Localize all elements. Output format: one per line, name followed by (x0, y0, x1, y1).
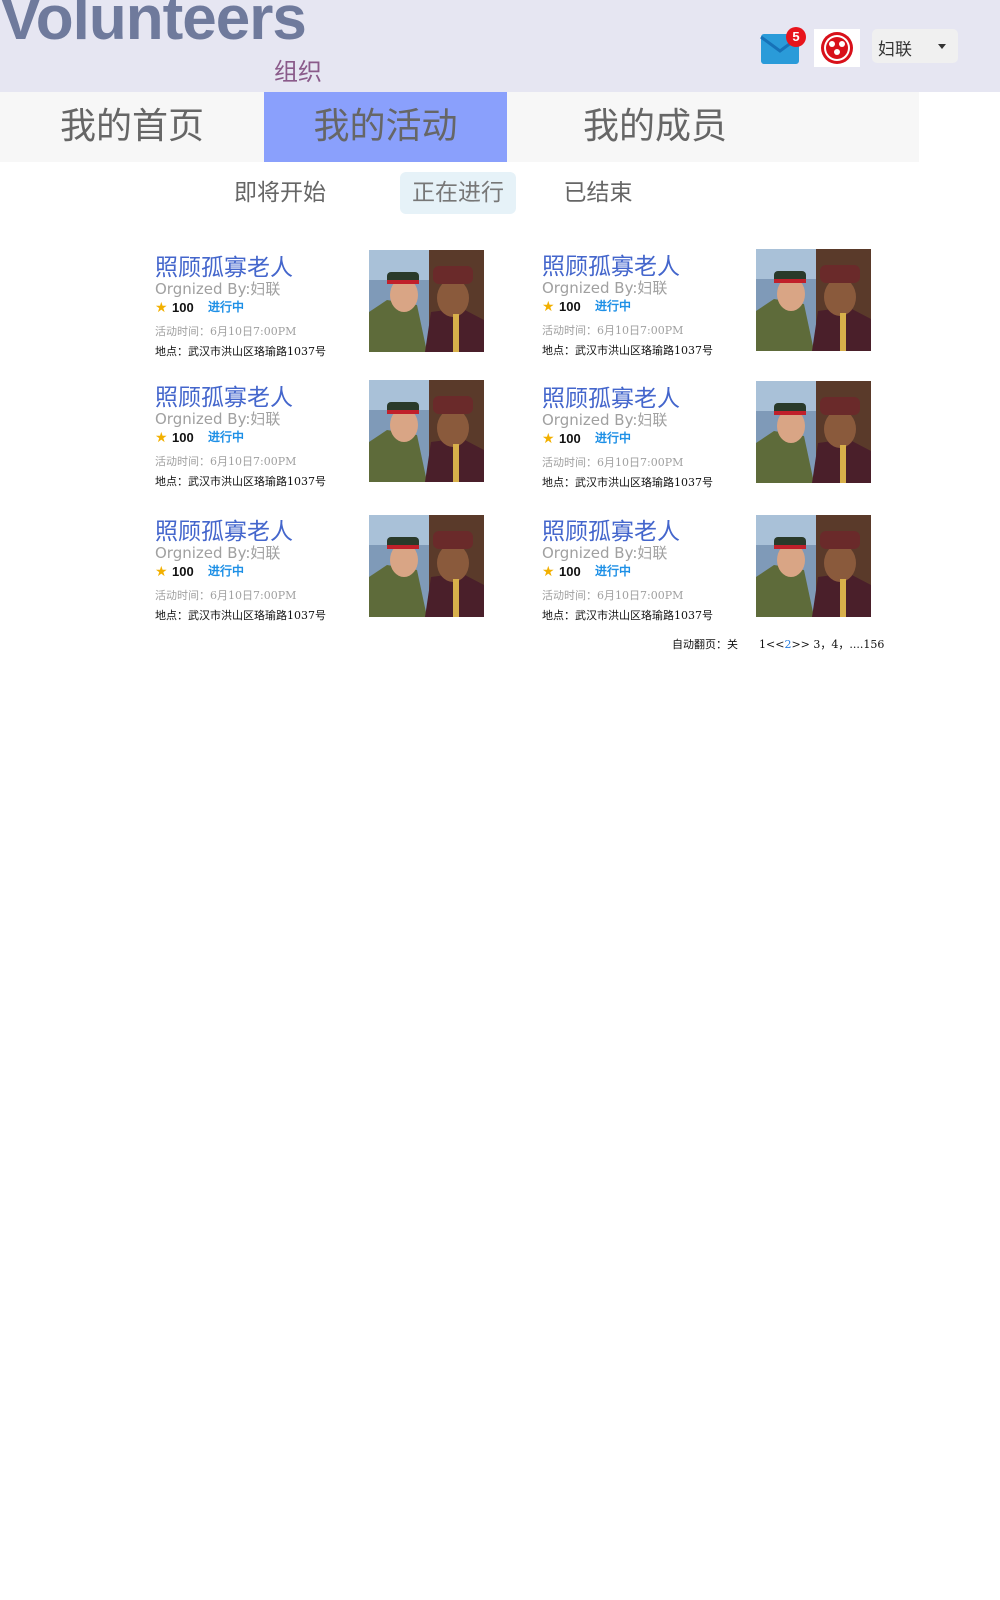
chevron-down-icon (938, 44, 946, 49)
tab-my-home[interactable]: 我的首页 (0, 92, 264, 162)
activity-location: 地点：武汉市洪山区珞瑜路1037号 (542, 476, 713, 489)
activity-time: 活动时间：6月10日7:00PM (542, 324, 684, 337)
activity-location: 地点：武汉市洪山区珞瑜路1037号 (542, 609, 713, 622)
activity-location: 地点：武汉市洪山区珞瑜路1037号 (542, 344, 713, 357)
activity-location: 地点：武汉市洪山区珞瑜路1037号 (155, 345, 326, 358)
star-icon: ★ (155, 430, 168, 446)
activity-score: 100 (559, 564, 581, 579)
activity-score: 100 (559, 299, 581, 314)
pagination[interactable]: 1<<2>> 3，4，....156 (759, 636, 884, 654)
activity-title[interactable]: 照顾孤寡老人 (542, 379, 680, 413)
activity-time: 活动时间：6月10日7:00PM (542, 589, 684, 602)
activity-time: 活动时间：6月10日7:00PM (155, 589, 297, 602)
activity-photo[interactable] (756, 381, 871, 483)
activity-organizer: Orgnized By:妇联 (155, 410, 281, 428)
activity-title[interactable]: 照顾孤寡老人 (155, 248, 293, 282)
activity-photo[interactable] (756, 249, 871, 351)
activity-photo[interactable] (369, 250, 484, 352)
star-icon: ★ (542, 431, 555, 447)
main-nav: 我的首页 我的活动 我的成员 (0, 92, 919, 162)
subtab-upcoming[interactable]: 即将开始 (222, 172, 338, 214)
activity-organizer: Orgnized By:妇联 (542, 279, 668, 297)
brand-title: Volunteers (0, 0, 307, 53)
activity-time: 活动时间：6月10日7:00PM (542, 456, 684, 469)
activity-title[interactable]: 照顾孤寡老人 (155, 512, 293, 546)
activity-organizer: Orgnized By:妇联 (155, 544, 281, 562)
activity-score: 100 (172, 564, 194, 579)
activity-photo[interactable] (369, 380, 484, 482)
tab-my-members[interactable]: 我的成员 (527, 92, 783, 162)
star-icon: ★ (542, 564, 555, 580)
activity-score: 100 (172, 430, 194, 445)
activity-photo[interactable] (756, 515, 871, 617)
subtab-ongoing[interactable]: 正在进行 (400, 172, 516, 214)
women-federation-logo[interactable] (814, 29, 860, 67)
activity-organizer: Orgnized By:妇联 (542, 411, 668, 429)
activity-location: 地点：武汉市洪山区珞瑜路1037号 (155, 609, 326, 622)
star-icon: ★ (155, 564, 168, 580)
user-name: 妇联 (878, 40, 912, 60)
mail-count-badge: 5 (786, 27, 806, 47)
activity-status: 进行中 (595, 431, 632, 445)
activity-status: 进行中 (208, 564, 245, 578)
subtab-ended[interactable]: 已结束 (540, 172, 656, 214)
activity-title[interactable]: 照顾孤寡老人 (155, 378, 293, 412)
activity-status: 进行中 (208, 300, 245, 314)
page-next[interactable]: >> 3，4，....156 (791, 638, 884, 651)
page-prev[interactable]: 1<< (759, 638, 784, 651)
tab-my-activities[interactable]: 我的活动 (264, 92, 507, 162)
star-icon: ★ (155, 300, 168, 316)
activity-title[interactable]: 照顾孤寡老人 (542, 512, 680, 546)
activity-location: 地点：武汉市洪山区珞瑜路1037号 (155, 475, 326, 488)
activity-status: 进行中 (595, 564, 632, 578)
activity-time: 活动时间：6月10日7:00PM (155, 455, 297, 468)
activity-score: 100 (172, 300, 194, 315)
user-menu-dropdown[interactable]: 妇联 (872, 29, 958, 63)
star-icon: ★ (542, 299, 555, 315)
activity-status: 进行中 (595, 299, 632, 313)
activity-score: 100 (559, 431, 581, 446)
brand-subtitle: 组织 (274, 58, 322, 86)
header: Volunteers 组织 5 妇联 (0, 0, 1000, 92)
activity-organizer: Orgnized By:妇联 (542, 544, 668, 562)
activity-organizer: Orgnized By:妇联 (155, 280, 281, 298)
activity-status: 进行中 (208, 430, 245, 444)
activity-time: 活动时间：6月10日7:00PM (155, 325, 297, 338)
activity-title[interactable]: 照顾孤寡老人 (542, 247, 680, 281)
auto-page-toggle[interactable]: 自动翻页：关 (672, 636, 738, 654)
activity-photo[interactable] (369, 515, 484, 617)
